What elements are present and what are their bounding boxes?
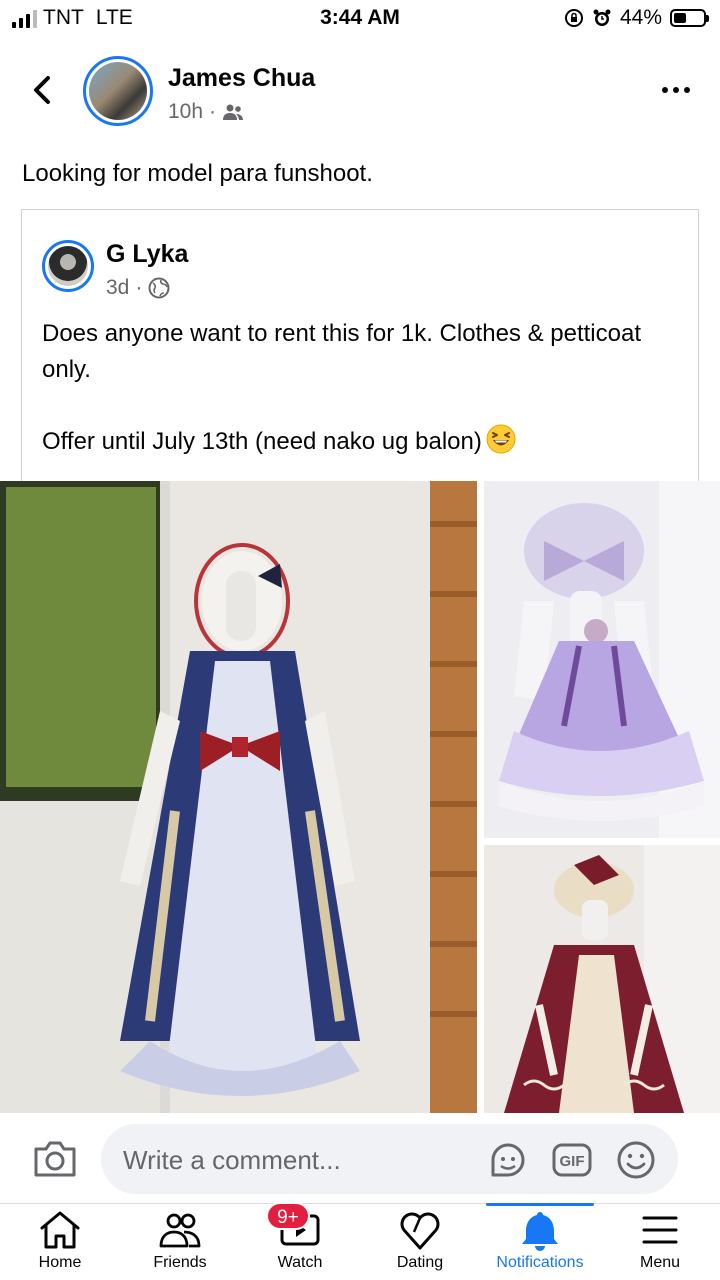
chevron-left-icon	[34, 76, 50, 104]
friends-icon	[223, 104, 244, 120]
bottom-nav: Home Friends 9+ Watch Dating Notificatio…	[0, 1202, 720, 1280]
more-options-button[interactable]	[658, 78, 694, 102]
emoji-icon[interactable]	[615, 1139, 657, 1181]
author-avatar[interactable]	[83, 56, 153, 126]
shared-text-line2: Offer until July 13th (need nako ug balo…	[42, 428, 482, 455]
shared-post-meta: 3d ·	[106, 276, 170, 300]
navy-lolita-dress-photo	[0, 481, 477, 1113]
camera-icon	[34, 1141, 76, 1177]
dot-icon	[684, 87, 690, 93]
status-bar: TNT LTE 3:44 AM 44%	[0, 0, 720, 40]
meta-dot: ·	[135, 276, 143, 299]
nav-label: Home	[38, 1254, 82, 1271]
nav-watch[interactable]: 9+ Watch	[240, 1202, 360, 1280]
nav-notifications[interactable]: Notifications	[480, 1203, 600, 1280]
friends-icon	[159, 1213, 201, 1248]
globe-icon	[148, 277, 170, 299]
post-time: 10h	[168, 100, 204, 123]
svg-text:GIF: GIF	[560, 1153, 585, 1170]
comment-bar: Write a comment... GIF	[0, 1113, 720, 1203]
shared-author-avatar[interactable]	[42, 240, 94, 292]
shared-post-card[interactable]: G Lyka 3d · Does anyone want to rent thi…	[21, 209, 699, 489]
grinning-squinting-face-icon	[486, 424, 516, 454]
photo-lavender-dress[interactable]	[484, 481, 720, 838]
nav-dating[interactable]: Dating	[360, 1204, 480, 1280]
gif-icon[interactable]: GIF	[551, 1139, 593, 1181]
shared-text-line2-row: Offer until July 13th (need nako ug balo…	[42, 424, 682, 460]
author-name[interactable]: James Chua	[168, 64, 315, 93]
battery-fill	[674, 13, 687, 23]
home-icon	[40, 1211, 80, 1249]
back-button[interactable]	[22, 70, 62, 110]
nav-label: Friends	[153, 1254, 207, 1271]
post-meta: 10h ·	[168, 100, 244, 124]
alarm-icon	[593, 9, 611, 26]
lavender-lolita-dress-photo	[484, 481, 720, 838]
nav-menu[interactable]: Menu	[600, 1204, 720, 1280]
nav-label: Notifications	[496, 1254, 584, 1271]
dating-icon	[400, 1212, 440, 1250]
shared-post-time: 3d	[106, 276, 130, 299]
camera-button[interactable]	[32, 1137, 78, 1179]
bell-icon	[522, 1212, 558, 1251]
meta-dot: ·	[209, 100, 217, 123]
watch-badge: 9+	[266, 1202, 310, 1230]
battery-icon	[670, 9, 709, 27]
nav-label: Watch	[277, 1254, 323, 1271]
status-right: 44%	[564, 6, 709, 30]
nav-friends[interactable]: Friends	[120, 1204, 240, 1280]
rotation-lock-icon	[564, 9, 583, 27]
dot-icon	[662, 87, 668, 93]
photo-navy-dress[interactable]	[0, 481, 477, 1113]
shared-author-name[interactable]: G Lyka	[106, 240, 188, 269]
dot-icon	[673, 87, 679, 93]
comment-input[interactable]: Write a comment... GIF	[101, 1124, 678, 1194]
shared-text-line1: Does anyone want to rent this for 1k. Cl…	[42, 320, 641, 383]
burgundy-lolita-dress-photo	[484, 845, 720, 1113]
shared-post-text: Does anyone want to rent this for 1k. Cl…	[42, 316, 682, 460]
comment-placeholder: Write a comment...	[123, 1145, 341, 1175]
nav-label: Menu	[639, 1254, 681, 1271]
post-text: Looking for model para funshoot.	[22, 160, 373, 187]
battery-percent: 44%	[619, 6, 662, 29]
sticker-icon[interactable]	[487, 1139, 529, 1181]
menu-icon	[642, 1216, 678, 1244]
nav-label: Dating	[396, 1254, 444, 1271]
photo-burgundy-dress[interactable]	[484, 845, 720, 1113]
nav-home[interactable]: Home	[0, 1204, 120, 1280]
